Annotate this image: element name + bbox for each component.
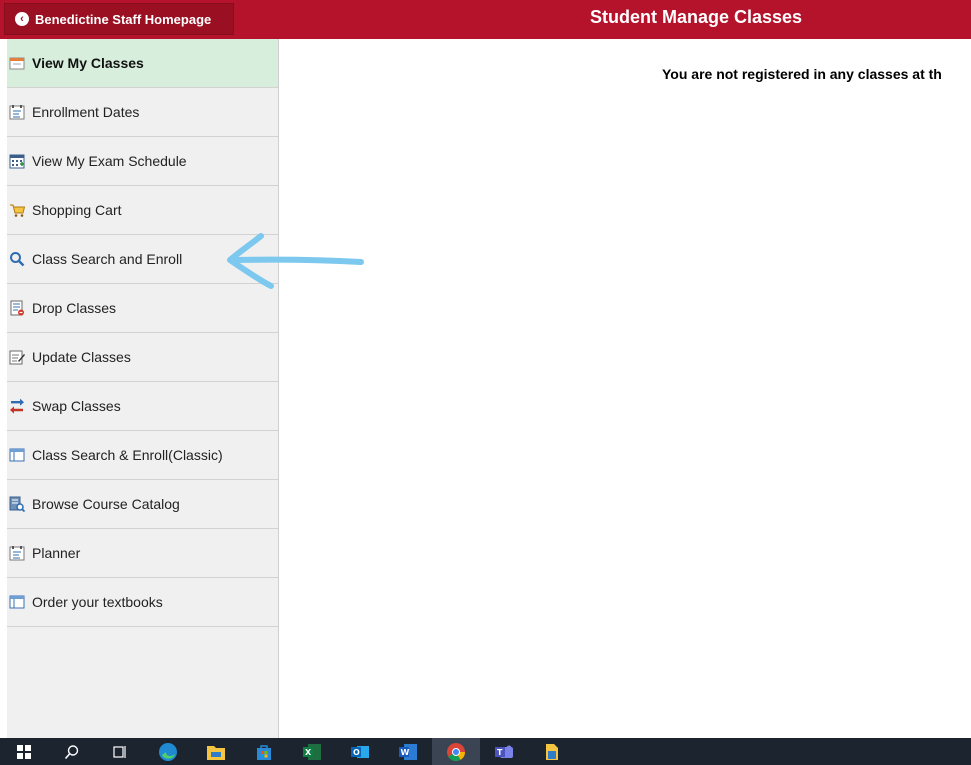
svg-text:T: T xyxy=(497,748,503,757)
sidebar-item-label: Enrollment Dates xyxy=(32,104,140,120)
word-button[interactable]: W xyxy=(384,738,432,765)
sidebar-item-class-search-enroll-classic[interactable]: Class Search & Enroll(Classic) xyxy=(7,431,278,480)
excel-button[interactable]: X xyxy=(288,738,336,765)
sidebar-item-label: Update Classes xyxy=(32,349,131,365)
sidebar-item-view-my-exam-schedule[interactable]: View My Exam Schedule xyxy=(7,137,278,186)
back-to-homepage-button[interactable]: ‹ Benedictine Staff Homepage xyxy=(4,3,234,35)
sidebar-item-order-your-textbooks[interactable]: Order your textbooks xyxy=(7,578,278,627)
calendar-icon xyxy=(9,57,25,70)
sidebar-item-label: Class Search & Enroll(Classic) xyxy=(32,447,223,463)
windows-start-button[interactable] xyxy=(0,738,48,765)
teams-button[interactable]: T xyxy=(480,738,528,765)
sidebar-item-view-my-classes[interactable]: View My Classes xyxy=(7,39,278,88)
window-icon xyxy=(9,595,25,609)
search-icon xyxy=(64,744,79,759)
outlook-button[interactable]: O xyxy=(336,738,384,765)
sidebar-item-swap-classes[interactable]: Swap Classes xyxy=(7,382,278,431)
sidebar-item-label: View My Exam Schedule xyxy=(32,153,187,169)
app-header: ‹ Benedictine Staff Homepage Student Man… xyxy=(0,0,971,39)
sidebar-item-update-classes[interactable]: Update Classes xyxy=(7,333,278,382)
edit-document-icon xyxy=(9,350,25,365)
store-icon xyxy=(257,744,271,760)
catalog-search-icon xyxy=(9,496,25,512)
sidebar-item-shopping-cart[interactable]: Shopping Cart xyxy=(7,186,278,235)
windows-start-icon xyxy=(17,744,31,759)
word-icon: W xyxy=(399,743,417,760)
sidebar-item-enrollment-dates[interactable]: Enrollment Dates xyxy=(7,88,278,137)
taskbar-search-button[interactable] xyxy=(48,738,96,765)
svg-text:O: O xyxy=(353,748,360,757)
chrome-icon xyxy=(447,742,465,761)
exam-calendar-icon xyxy=(9,154,25,169)
task-view-button[interactable] xyxy=(96,738,144,765)
windows-taskbar: X O W T xyxy=(0,738,971,765)
file-icon xyxy=(546,743,558,760)
no-classes-message: You are not registered in any classes at… xyxy=(662,66,942,82)
sidebar-item-planner[interactable]: Planner xyxy=(7,529,278,578)
sidebar-item-browse-course-catalog[interactable]: Browse Course Catalog xyxy=(7,480,278,529)
shopping-cart-icon xyxy=(10,204,25,217)
window-icon xyxy=(9,448,25,462)
edge-icon xyxy=(159,742,177,761)
edge-button[interactable] xyxy=(144,738,192,765)
page-title: Student Manage Classes xyxy=(590,7,803,27)
chrome-button[interactable] xyxy=(432,738,480,765)
left-edge-strip xyxy=(0,39,7,738)
chevron-left-icon: ‹ xyxy=(15,12,29,26)
svg-text:W: W xyxy=(401,748,410,757)
sidebar-item-label: Browse Course Catalog xyxy=(32,496,180,512)
search-icon xyxy=(10,252,25,267)
sidebar-item-label: View My Classes xyxy=(32,55,144,71)
sidebar-nav: View My Classes Enrollment Dates View My… xyxy=(7,39,279,738)
back-button-label: Benedictine Staff Homepage xyxy=(35,11,212,27)
file-explorer-icon xyxy=(207,745,225,760)
task-view-icon xyxy=(113,745,126,758)
outlook-icon: O xyxy=(351,745,369,758)
teams-icon: T xyxy=(495,745,513,758)
sidebar-item-label: Shopping Cart xyxy=(32,202,122,218)
excel-icon: X xyxy=(303,743,321,760)
sidebar-item-label: Order your textbooks xyxy=(32,594,163,610)
sidebar-item-label: Planner xyxy=(32,545,81,561)
file-explorer-button[interactable] xyxy=(192,738,240,765)
sidebar-item-class-search-and-enroll[interactable]: Class Search and Enroll xyxy=(7,235,278,284)
store-button[interactable] xyxy=(240,738,288,765)
sidebar-item-drop-classes[interactable]: Drop Classes xyxy=(7,284,278,333)
file-button[interactable] xyxy=(528,738,576,765)
swap-arrows-icon xyxy=(10,398,24,414)
svg-text:X: X xyxy=(305,748,312,757)
main-content: You are not registered in any classes at… xyxy=(280,39,971,738)
drop-classes-icon xyxy=(10,300,24,316)
sidebar-item-label: Drop Classes xyxy=(32,300,117,316)
sidebar-item-label: Class Search and Enroll xyxy=(32,251,183,267)
schedule-list-icon xyxy=(9,105,25,120)
planner-icon xyxy=(9,546,25,561)
sidebar-item-label: Swap Classes xyxy=(32,398,121,414)
